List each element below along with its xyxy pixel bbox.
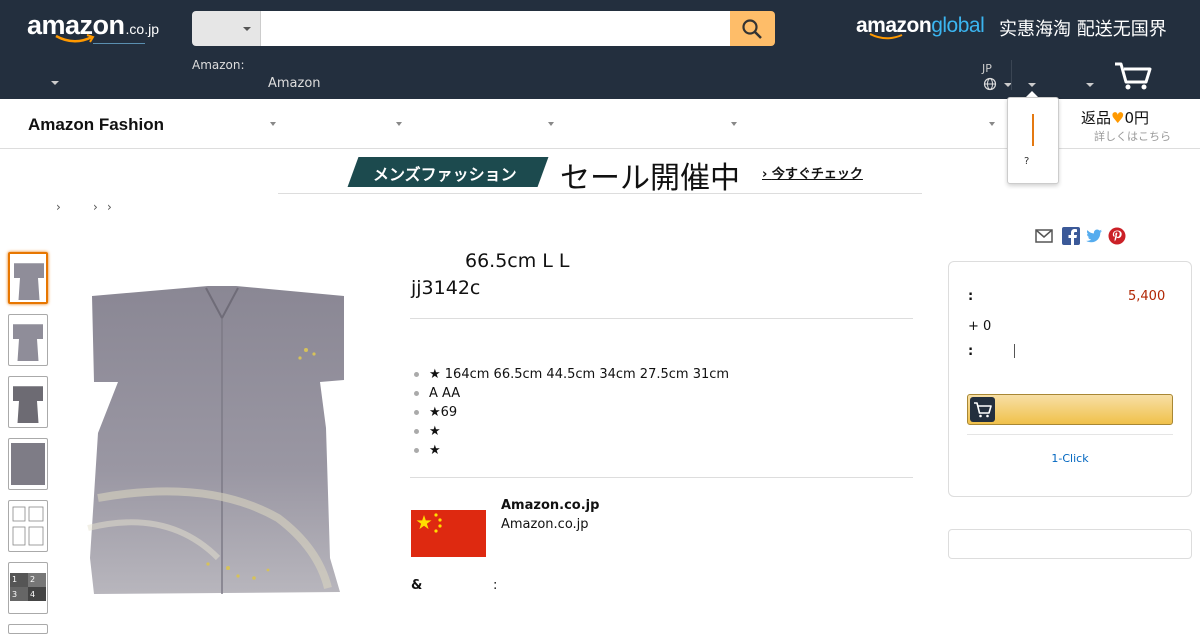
price-label: : bbox=[968, 289, 974, 304]
popup-question: ? bbox=[1024, 156, 1030, 167]
breadcrumb-separator: › bbox=[107, 200, 112, 214]
svg-text:3: 3 bbox=[12, 590, 17, 599]
feature-bullet: ★ 164cm 66.5cm 44.5cm 34cm 27.5cm 31cm bbox=[411, 365, 729, 384]
main-product-image[interactable] bbox=[58, 258, 386, 610]
spec-colon: : bbox=[493, 578, 498, 593]
global-tagline: 实惠海淘 配送无国界 bbox=[999, 19, 1167, 40]
banner-check-link[interactable]: › 今すぐチェック bbox=[762, 163, 863, 182]
seller-subtext: Amazon.co.jp bbox=[501, 517, 589, 532]
svg-text:2: 2 bbox=[30, 575, 35, 584]
svg-text:1: 1 bbox=[12, 575, 17, 584]
thumbnail-5[interactable] bbox=[8, 500, 48, 552]
popup-accent-bar bbox=[1032, 114, 1034, 146]
orders-chevron-down-icon[interactable] bbox=[1086, 83, 1094, 87]
language-code[interactable]: JP bbox=[982, 62, 992, 75]
breadcrumb-separator: › bbox=[93, 200, 98, 214]
logo-suffix: .co.jp bbox=[125, 21, 159, 37]
deliver-to-label: Amazon: bbox=[192, 58, 245, 72]
search-input[interactable] bbox=[261, 11, 730, 46]
add-cart-icon-background bbox=[970, 397, 995, 422]
add-to-cart-button[interactable] bbox=[967, 394, 1173, 425]
china-flag-icon bbox=[411, 510, 486, 557]
flag-stars bbox=[416, 513, 442, 533]
thumbnail-image bbox=[13, 386, 43, 423]
amazon-fashion-title[interactable]: Amazon Fashion bbox=[28, 115, 164, 135]
search-button[interactable] bbox=[730, 11, 775, 46]
chevron-down-icon[interactable] bbox=[548, 122, 554, 126]
thumbnail-1[interactable] bbox=[8, 252, 48, 304]
chevron-down-icon bbox=[243, 27, 251, 31]
heart-icon: ♥ bbox=[1111, 109, 1125, 127]
product-title: 66.5cm L L jj3142c bbox=[411, 248, 570, 302]
kimono-image bbox=[87, 286, 344, 594]
chevron-down-icon[interactable] bbox=[989, 122, 995, 126]
thumbnail-4[interactable] bbox=[8, 438, 48, 490]
price-value: 5,400 bbox=[1128, 289, 1166, 304]
thumbnail-3[interactable] bbox=[8, 376, 48, 428]
cart-icon bbox=[974, 402, 992, 418]
thumbnail-image bbox=[14, 263, 44, 300]
thumbnail-6[interactable]: 1 2 3 4 bbox=[8, 562, 48, 614]
divider bbox=[410, 477, 913, 478]
account-dropdown-popup[interactable]: ? bbox=[1007, 97, 1059, 184]
deliver-to-value[interactable]: Amazon bbox=[268, 76, 321, 91]
search-icon bbox=[742, 19, 762, 39]
global-smile-icon bbox=[869, 33, 903, 40]
globe-icon[interactable] bbox=[983, 77, 997, 91]
thumbnail-2[interactable] bbox=[8, 314, 48, 366]
divider bbox=[410, 318, 913, 319]
facebook-share-icon[interactable] bbox=[1062, 227, 1080, 245]
svg-text:4: 4 bbox=[30, 590, 35, 599]
quantity-label: : bbox=[968, 344, 974, 359]
logo-underline bbox=[93, 43, 145, 44]
spec-label: & bbox=[411, 578, 423, 593]
pinterest-share-icon[interactable] bbox=[1108, 227, 1126, 245]
shipping-fee: + 0 bbox=[968, 319, 992, 334]
returns-details-link[interactable]: 詳しくはこちら bbox=[1094, 128, 1171, 144]
title-line-2: jj3142c bbox=[411, 277, 481, 299]
feature-bullet: ★ bbox=[411, 422, 729, 441]
chevron-down-icon[interactable] bbox=[396, 122, 402, 126]
returns-label: 返品 bbox=[1081, 109, 1112, 127]
thumbnail-image bbox=[13, 324, 43, 361]
logo-smile-icon bbox=[55, 34, 95, 43]
banner-tag-text: メンズファッション bbox=[373, 165, 517, 184]
search-category-dropdown[interactable] bbox=[192, 11, 261, 46]
chevron-down-icon[interactable] bbox=[270, 122, 276, 126]
title-line-1: 66.5cm L L bbox=[465, 250, 570, 272]
cart-icon bbox=[1115, 62, 1152, 90]
feature-bullet: ★69 bbox=[411, 403, 729, 422]
twitter-share-icon[interactable] bbox=[1085, 227, 1103, 245]
feature-bullet: ★ bbox=[411, 441, 729, 460]
detail-grid-thumbnail: 1 2 3 4 bbox=[10, 573, 46, 601]
banner-headline: セール開催中 bbox=[560, 161, 740, 196]
feature-bullets: ★ 164cm 66.5cm 44.5cm 34cm 27.5cm 31cm A… bbox=[411, 365, 729, 460]
secondary-box[interactable] bbox=[948, 529, 1192, 559]
thumbnail-image bbox=[11, 443, 45, 485]
feature-bullet: A AA bbox=[411, 384, 729, 403]
thumbnail-7[interactable] bbox=[8, 624, 48, 634]
seller-name[interactable]: Amazon.co.jp bbox=[501, 498, 599, 513]
banner-link-text: 今すぐチェック bbox=[771, 167, 863, 182]
promo-banner[interactable]: メンズファッション セール開催中 › 今すぐチェック bbox=[278, 150, 922, 196]
returns-amount: 0円 bbox=[1124, 109, 1150, 127]
cart-button[interactable] bbox=[1113, 61, 1153, 95]
divider bbox=[1011, 60, 1012, 90]
top-navigation-bar: amazon.co.jp amazonglobal 实惠海淘 配送无国界 Ama… bbox=[0, 0, 1200, 99]
chevron-down-icon[interactable] bbox=[51, 81, 59, 85]
quantity-cursor[interactable] bbox=[1014, 344, 1015, 358]
divider bbox=[967, 434, 1173, 435]
account-chevron-down-icon[interactable] bbox=[1028, 83, 1036, 87]
one-click-link[interactable]: 1-Click bbox=[949, 452, 1191, 465]
chevron-down-icon[interactable] bbox=[731, 122, 737, 126]
email-share-icon[interactable] bbox=[1035, 227, 1053, 245]
buy-box: : 5,400 + 0 : 1-Click bbox=[948, 261, 1192, 497]
size-chart-thumbnail bbox=[12, 506, 44, 546]
free-returns-link[interactable]: 返品♥0円 bbox=[1081, 107, 1149, 128]
breadcrumb-separator: › bbox=[56, 200, 61, 214]
global-logo-b: global bbox=[931, 14, 985, 37]
